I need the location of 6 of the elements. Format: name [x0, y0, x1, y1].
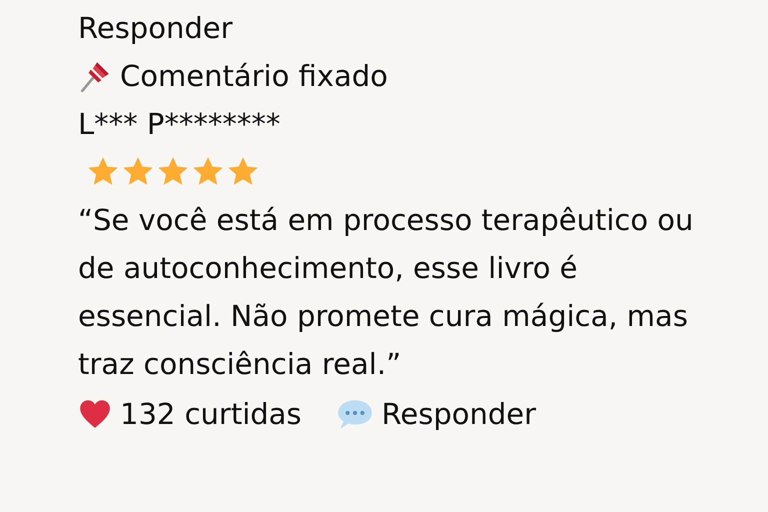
reply-link[interactable]: Responder: [382, 397, 536, 431]
author-name: L*** P********: [78, 107, 280, 141]
likes-count: 132 curtidas: [120, 397, 302, 431]
comment-text: “Se você está em processo terapêutico ou de autoconhecimento, esse livro é essencial. Não promete cura mágica, mas traz consciência real.”: [78, 202, 694, 383]
pinned-label: Comentário fixado: [120, 59, 388, 93]
reply-link[interactable]: Responder: [78, 11, 233, 45]
